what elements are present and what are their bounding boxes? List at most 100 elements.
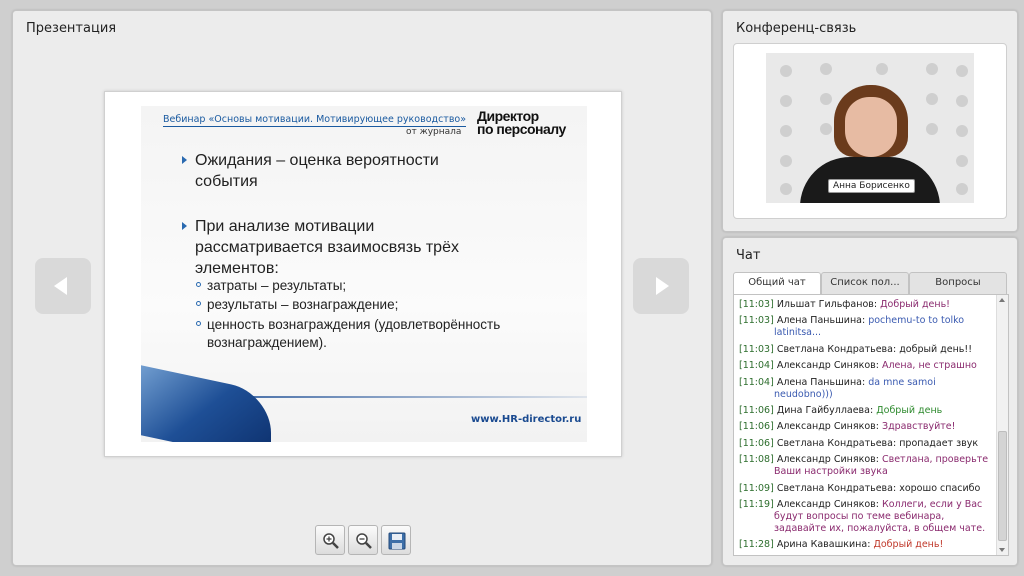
slide-url: www.HR-director.ru xyxy=(471,414,582,425)
subbullet-line: затраты – результаты; xyxy=(207,278,347,293)
message-author: Александр Синяков xyxy=(776,421,876,433)
bullet-line: элементов: xyxy=(195,260,279,277)
conference-title: Конференц-связь xyxy=(736,21,857,36)
chat-message: [11:28] Арина Кавашкина: Добрый день! xyxy=(739,539,991,551)
scroll-down-icon[interactable] xyxy=(999,548,1005,552)
slide-decoration xyxy=(141,363,271,442)
chat-message: [11:06] Светлана Кондратьева: пропадает … xyxy=(739,438,991,450)
presentation-title: Презентация xyxy=(26,21,117,36)
slide-subbullet: результаты – вознаграждение; xyxy=(196,296,399,314)
slide-frame: Вебинар «Основы мотивации. Мотивирующее … xyxy=(104,91,622,457)
message-time: [11:08] xyxy=(739,454,774,466)
chat-message: [11:06] Александр Синяков: Здравствуйте! xyxy=(739,421,991,433)
chat-message: [11:04] Алена Паньшина: da mne samoi neu… xyxy=(739,377,991,401)
chat-message: [11:03] Алена Паньшина: pochemu-to to to… xyxy=(739,315,991,339)
chat-scrollbar[interactable] xyxy=(996,295,1008,555)
message-time: [11:28] xyxy=(739,539,774,551)
message-author: Александр Синяков xyxy=(776,360,876,372)
arrow-right-icon xyxy=(656,277,669,295)
message-text: Добрый день! xyxy=(880,299,950,310)
message-time: [11:06] xyxy=(739,437,774,449)
conference-panel: Конференц-связь Анна Борисенко xyxy=(722,10,1018,232)
slide-bullet: При анализе мотивации рассматривается вз… xyxy=(182,216,459,279)
message-author: Алена Паньшина xyxy=(776,376,862,388)
message-author: Ильшат Гильфанов xyxy=(776,299,874,310)
slide-bullet: Ожидания – оценка вероятности события xyxy=(182,150,439,192)
message-author: Светлана Кондратьева xyxy=(776,482,893,494)
chat-message: [11:08] Александр Синяков: Светлана, про… xyxy=(739,454,991,478)
video-container: Анна Борисенко xyxy=(733,43,1007,219)
message-author: Светлана Кондратьева xyxy=(776,437,893,449)
tab-questions[interactable]: Вопросы xyxy=(909,272,1007,294)
slide: Вебинар «Основы мотивации. Мотивирующее … xyxy=(141,106,587,442)
subbullet-line: результаты – вознаграждение; xyxy=(207,297,399,312)
message-text: Алена, не страшно xyxy=(881,360,977,372)
zoom-in-icon xyxy=(323,533,339,549)
chat-title: Чат xyxy=(736,248,761,263)
message-author: Светлана Кондратьева xyxy=(776,343,893,355)
message-text: Добрый день xyxy=(876,404,943,416)
scroll-thumb[interactable] xyxy=(998,431,1007,541)
message-time: [11:06] xyxy=(739,404,774,416)
slide-from: от журнала xyxy=(406,127,462,137)
bullet-arrow-icon xyxy=(182,222,187,230)
zoom-out-icon xyxy=(356,533,372,549)
message-time: [11:04] xyxy=(739,376,774,388)
message-text: добрый день!! xyxy=(899,343,973,355)
message-author: Дина Гайбуллаева xyxy=(776,404,870,416)
save-button[interactable] xyxy=(381,525,411,555)
zoom-out-button[interactable] xyxy=(348,525,378,555)
chat-message: [11:03] Ильшат Гильфанов: Добрый день! xyxy=(739,299,991,311)
message-author: Арина Кавашкина xyxy=(776,539,868,551)
message-author: Александр Синяков xyxy=(776,454,876,466)
speaker-face xyxy=(845,97,897,157)
chat-message: [11:09] Светлана Кондратьева: хорошо спа… xyxy=(739,483,991,495)
presentation-panel: Презентация Вебинар «Основы мотивации. М… xyxy=(12,10,712,566)
message-time: [11:03] xyxy=(739,299,774,310)
message-time: [11:03] xyxy=(739,315,774,327)
slide-subbullet: затраты – результаты; xyxy=(196,277,347,295)
message-text: пропадает звук xyxy=(899,437,979,449)
tab-participants-list[interactable]: Список пол... xyxy=(821,272,909,294)
speaker-video[interactable]: Анна Борисенко xyxy=(766,53,974,203)
circle-bullet-icon xyxy=(196,321,201,326)
message-list: [11:03] Ильшат Гильфанов: Добрый день! [1… xyxy=(739,299,991,555)
message-time: [11:09] xyxy=(739,482,774,494)
previous-slide-button[interactable] xyxy=(35,258,91,314)
magazine-logo: Директор по персоналу xyxy=(477,109,566,137)
subbullet-line: вознаграждением). xyxy=(207,335,327,350)
bullet-line: рассматривается взаимосвязь трёх xyxy=(195,239,459,256)
chat-panel: Чат Общий чат Список пол... Вопросы [11:… xyxy=(722,237,1018,566)
subbullet-line: ценность вознаграждения (удовлетворённос… xyxy=(207,317,501,332)
message-text: хорошо спасибо xyxy=(899,482,981,494)
save-icon xyxy=(388,532,406,550)
next-slide-button[interactable] xyxy=(633,258,689,314)
chat-messages-box[interactable]: [11:03] Ильшат Гильфанов: Добрый день! [1… xyxy=(733,294,1009,556)
message-time: [11:06] xyxy=(739,421,774,433)
logo-line-2: по персоналу xyxy=(477,121,566,137)
slide-subbullet: ценность вознаграждения (удовлетворённос… xyxy=(196,316,501,352)
chat-message: [11:03] Светлана Кондратьева: добрый ден… xyxy=(739,344,991,356)
arrow-left-icon xyxy=(54,277,67,295)
message-author: Алена Паньшина xyxy=(776,315,862,327)
message-text: Добрый день! xyxy=(873,539,944,551)
message-time: [11:19] xyxy=(739,498,774,510)
bullet-line: события xyxy=(195,173,258,190)
chat-message: [11:04] Александр Синяков: Алена, не стр… xyxy=(739,360,991,372)
message-text: Здравствуйте! xyxy=(881,421,956,433)
message-time: [11:03] xyxy=(739,343,774,355)
bullet-arrow-icon xyxy=(182,156,187,164)
bullet-line: Ожидания – оценка вероятности xyxy=(195,152,439,169)
zoom-in-button[interactable] xyxy=(315,525,345,555)
message-author: Александр Синяков xyxy=(776,498,876,510)
circle-bullet-icon xyxy=(196,282,201,287)
slide-header: Вебинар «Основы мотивации. Мотивирующее … xyxy=(163,114,467,127)
tab-general-chat[interactable]: Общий чат xyxy=(733,272,821,296)
speaker-name-tag: Анна Борисенко xyxy=(828,179,915,193)
chat-message: [11:19] Александр Синяков: Коллеги, если… xyxy=(739,499,991,535)
circle-bullet-icon xyxy=(196,301,201,306)
bullet-line: При анализе мотивации xyxy=(195,218,375,235)
chat-message: [11:06] Дина Гайбуллаева: Добрый день xyxy=(739,405,991,417)
scroll-up-icon[interactable] xyxy=(999,298,1005,302)
message-time: [11:04] xyxy=(739,360,774,372)
